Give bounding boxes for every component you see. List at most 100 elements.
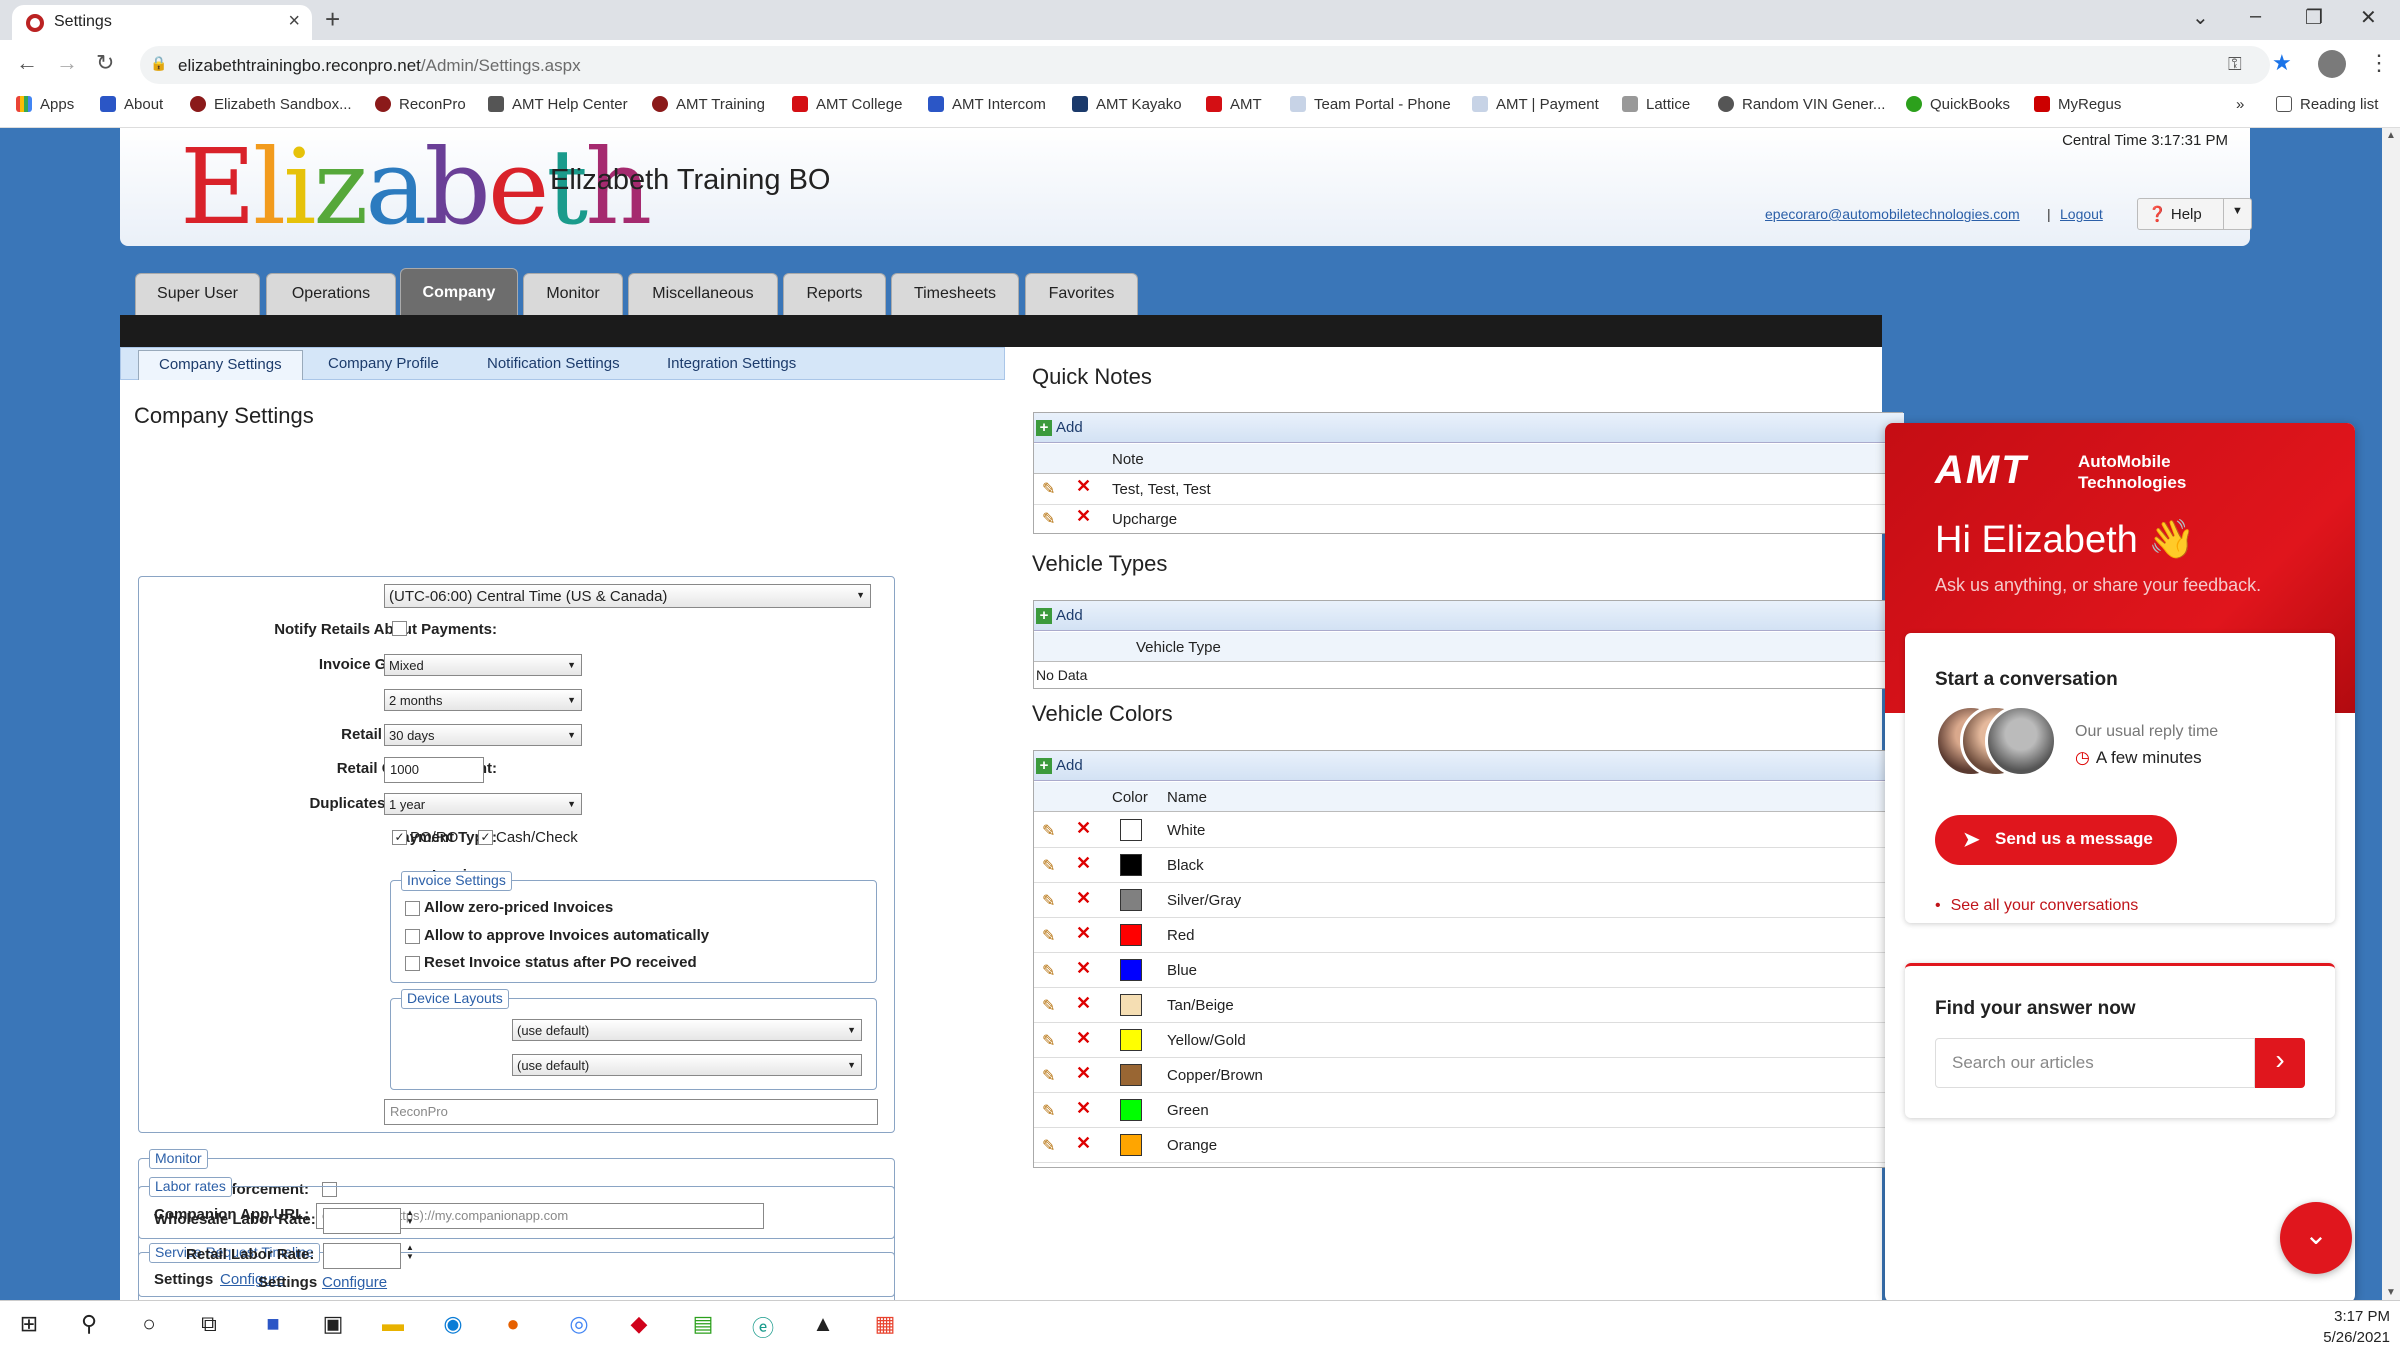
payment-po-checkbox[interactable]: ✓ — [392, 830, 407, 845]
key-icon[interactable]: ⚿ — [2228, 54, 2242, 75]
app-icon[interactable]: ▲ — [808, 1311, 838, 1341]
tab-favorites[interactable]: Favorites — [1025, 273, 1138, 315]
delete-icon[interactable]: ✕ — [1076, 923, 1091, 944]
delete-icon[interactable]: ✕ — [1076, 1098, 1091, 1119]
bookmark-amt-intercom[interactable]: AMT Intercom — [928, 96, 1046, 113]
wholesale-rate-input[interactable] — [323, 1208, 401, 1234]
delete-icon[interactable]: ✕ — [1076, 1063, 1091, 1084]
user-email-link[interactable]: epecoraro@automobiletechnologies.com — [1765, 206, 2020, 222]
edit-icon[interactable]: ✎ — [1042, 1136, 1055, 1156]
bookmark-reconpro[interactable]: ReconPro — [375, 96, 466, 113]
delete-icon[interactable]: ✕ — [1076, 1028, 1091, 1049]
tab-super-user[interactable]: Super User — [135, 273, 260, 315]
bookmarks-overflow-icon[interactable]: » — [2236, 96, 2244, 113]
browser-menu-icon[interactable]: ⋮ — [2368, 50, 2390, 76]
chrome-icon[interactable]: ◎ — [564, 1311, 594, 1341]
windows-start-icon[interactable]: ⊞ — [14, 1311, 44, 1341]
close-window-icon[interactable]: ✕ — [2360, 5, 2377, 30]
invoice-layout-select[interactable]: (use default) ▼ — [512, 1019, 862, 1041]
tab-search-icon[interactable]: ⌄ — [2192, 5, 2209, 30]
edit-icon[interactable]: ✎ — [1042, 821, 1055, 841]
browser-tab[interactable]: Settings × — [12, 5, 312, 40]
edit-icon[interactable]: ✎ — [1042, 1101, 1055, 1121]
delete-icon[interactable]: ✕ — [1076, 1133, 1091, 1154]
search-go-button[interactable]: › — [2255, 1038, 2305, 1088]
edge-icon[interactable]: ◉ — [438, 1311, 468, 1341]
tab-timesheets[interactable]: Timesheets — [891, 273, 1019, 315]
quick-notes-add-button[interactable]: + Add — [1036, 419, 1083, 436]
cortana-icon[interactable]: ○ — [134, 1311, 164, 1341]
url-field[interactable]: 🔒 elizabethtrainingbo.reconpro.net/Admin… — [140, 46, 2270, 84]
system-clock[interactable]: 3:17 PM 5/26/2021 — [2323, 1306, 2390, 1348]
product-name-input[interactable]: ReconPro — [384, 1099, 878, 1125]
edit-icon[interactable]: ✎ — [1042, 926, 1055, 946]
vehicle-types-add-button[interactable]: + Add — [1036, 607, 1083, 624]
search-icon[interactable]: ⚲ — [74, 1311, 104, 1341]
bookmark-random-vin[interactable]: Random VIN Gener... — [1718, 96, 1885, 113]
notify-retails-checkbox[interactable] — [392, 621, 407, 636]
bookmark-team-portal-phone[interactable]: Team Portal - Phone — [1290, 96, 1451, 113]
app-icon[interactable]: ⓔ — [748, 1311, 778, 1341]
bookmark-lattice[interactable]: Lattice — [1622, 96, 1690, 113]
delete-icon[interactable]: ✕ — [1076, 506, 1091, 527]
retail-clients-history-select[interactable]: 30 days ▼ — [384, 724, 582, 746]
subtab-notification-settings[interactable]: Notification Settings — [487, 355, 620, 372]
subtab-integration-settings[interactable]: Integration Settings — [667, 355, 796, 372]
close-tab-icon[interactable]: × — [288, 10, 300, 33]
labor-configure-link[interactable]: Configure — [322, 1274, 387, 1291]
tab-reports[interactable]: Reports — [783, 273, 886, 315]
logout-link[interactable]: Logout — [2060, 206, 2103, 222]
edit-icon[interactable]: ✎ — [1042, 856, 1055, 876]
bookmark-apps[interactable]: Apps — [16, 96, 74, 113]
time-zone-select[interactable]: (UTC-06:00) Central Time (US & Canada) ▼ — [384, 584, 871, 608]
outlook-icon[interactable]: ■ — [258, 1311, 288, 1341]
delete-icon[interactable]: ✕ — [1076, 853, 1091, 874]
col-vehicle-type[interactable]: Vehicle Type — [1136, 639, 1221, 656]
file-explorer-icon[interactable]: ▬ — [378, 1311, 408, 1341]
help-button[interactable]: ❓ Help ▼ — [2137, 198, 2252, 230]
restore-icon[interactable]: ❐ — [2305, 5, 2323, 30]
bookmark-elizabeth-sandbox[interactable]: Elizabeth Sandbox... — [190, 96, 352, 113]
send-message-button[interactable]: ➤ Send us a message — [1935, 815, 2177, 865]
col-color[interactable]: Color — [1112, 789, 1148, 806]
search-articles-input[interactable]: Search our articles — [1935, 1038, 2255, 1088]
bookmark-amt-help-center[interactable]: AMT Help Center — [488, 96, 628, 113]
reset-status-checkbox[interactable] — [405, 956, 420, 971]
edit-icon[interactable]: ✎ — [1042, 961, 1055, 981]
reload-icon[interactable]: ↻ — [96, 50, 114, 76]
tab-monitor[interactable]: Monitor — [523, 273, 623, 315]
wholesale-rate-spinner[interactable]: ▲ ▼ — [406, 1208, 414, 1226]
edit-icon[interactable]: ✎ — [1042, 996, 1055, 1016]
edit-icon[interactable]: ✎ — [1042, 479, 1055, 499]
subtab-company-settings[interactable]: Company Settings — [138, 350, 303, 380]
bookmark-star-icon[interactable]: ★ — [2272, 50, 2292, 76]
vehicle-colors-add-button[interactable]: + Add — [1036, 757, 1083, 774]
duplicates-vin-select[interactable]: 1 year ▼ — [384, 793, 582, 815]
bookmark-about[interactable]: About — [100, 96, 163, 113]
bookmark-amt-kayako[interactable]: AMT Kayako — [1072, 96, 1182, 113]
edit-icon[interactable]: ✎ — [1042, 1031, 1055, 1051]
payment-cash-checkbox[interactable]: ✓ — [478, 830, 493, 845]
delete-icon[interactable]: ✕ — [1076, 993, 1091, 1014]
bookmark-myregus[interactable]: MyRegus — [2034, 96, 2121, 113]
edit-icon[interactable]: ✎ — [1042, 509, 1055, 529]
edit-icon[interactable]: ✎ — [1042, 891, 1055, 911]
forward-icon[interactable]: → — [56, 50, 78, 76]
subtab-company-profile[interactable]: Company Profile — [328, 355, 439, 372]
allow-zero-checkbox[interactable] — [405, 901, 420, 916]
bookmark-quickbooks[interactable]: QuickBooks — [1906, 96, 2010, 113]
delete-icon[interactable]: ✕ — [1076, 958, 1091, 979]
firefox-icon[interactable]: ● — [498, 1311, 528, 1341]
bookmark-amt-payment[interactable]: AMT | Payment — [1472, 96, 1599, 113]
store-icon[interactable]: ▣ — [318, 1311, 348, 1341]
delete-icon[interactable]: ✕ — [1076, 476, 1091, 497]
bookmark-amt-training[interactable]: AMT Training — [652, 96, 765, 113]
reading-list[interactable]: Reading list — [2276, 96, 2378, 113]
col-name[interactable]: Name — [1167, 789, 1207, 806]
page-scrollbar[interactable]: ▲ ▼ — [2382, 128, 2400, 1300]
retail-rate-input[interactable] — [323, 1243, 401, 1269]
app-icon[interactable]: ▤ — [688, 1311, 718, 1341]
back-icon[interactable]: ← — [16, 50, 38, 76]
new-tab-icon[interactable]: + — [325, 4, 340, 35]
col-note[interactable]: Note — [1112, 451, 1144, 468]
